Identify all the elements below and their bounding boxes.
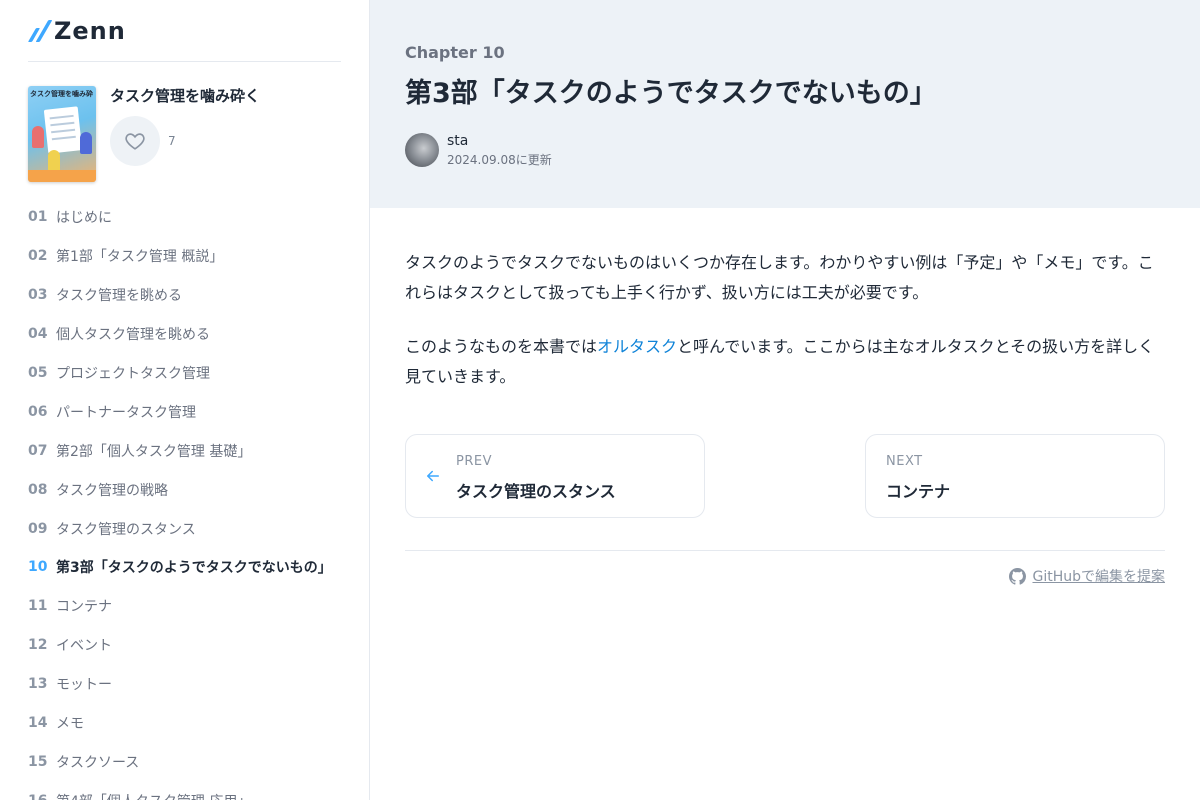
toc-item-number: 16: [28, 793, 56, 800]
toc-item-number: 08: [28, 481, 48, 498]
toc-item-number: 12: [28, 637, 48, 654]
toc-item-label: 第1部「タスク管理 概説」: [56, 249, 224, 266]
logo-text: Zenn: [54, 17, 126, 45]
toc-item-label: タスク管理を眺める: [56, 288, 182, 305]
like-count: 7: [168, 134, 176, 148]
book-cover[interactable]: タスク管理を噛み砕く: [28, 86, 96, 182]
cover-figure: [48, 150, 60, 172]
chapter-title: 第3部「タスクのようでタスクでないもの」: [405, 78, 937, 109]
sidebar: Zenn タスク管理を噛み砕く タスク管理を噛み砕く 7 01 はじめに 02 第1部…: [0, 0, 370, 800]
toc-item-label: プロジェクトタスク管理: [56, 366, 210, 382]
paragraph: このようなものを本書ではオルタスクと呼んでいます。ここからは主なオルタスクとその…: [405, 332, 1165, 392]
toc-item-number: 10: [28, 559, 48, 576]
toc-item[interactable]: 10 第3部「タスクのようでタスクでないもの」: [28, 548, 358, 587]
next-title: コンテナ: [886, 482, 951, 501]
toc-item-label: タスク管理のスタンス: [56, 521, 196, 538]
chapter-body: タスクのようでタスクでないものはいくつか存在します。わかりやすい例は「予定」や「…: [405, 248, 1165, 416]
toc-item[interactable]: 07 第2部「個人タスク管理 基礎」: [28, 431, 358, 470]
toc-item[interactable]: 16第4部「個人タスク管理 応用」: [28, 781, 358, 800]
toc-item-label: パートナータスク管理: [56, 404, 196, 421]
toc-item[interactable]: 08 タスク管理の戦略: [28, 470, 358, 509]
toc-item-number: 05: [28, 365, 48, 381]
toc-item[interactable]: 06 パートナータスク管理: [28, 392, 358, 431]
toc-item[interactable]: 02 第1部「タスク管理 概説」: [28, 237, 358, 276]
updated-date: 2024.09.08に更新: [447, 153, 552, 167]
author-name[interactable]: sta: [447, 132, 552, 150]
avatar[interactable]: [405, 133, 439, 167]
toc-item-number: 13: [28, 676, 48, 693]
toc-item-label: タスクソース: [56, 754, 140, 771]
toc-item-number: 03: [28, 287, 48, 304]
table-of-contents: 01 はじめに 02 第1部「タスク管理 概説」 03 タスク管理を眺める 04 個人タスク管…: [28, 198, 358, 800]
toc-item-number: 06: [28, 403, 48, 420]
cover-figure: [32, 126, 44, 148]
toc-item[interactable]: 15 タスクソース: [28, 742, 358, 781]
toc-item-label: はじめに: [56, 210, 112, 227]
toc-item[interactable]: 09 タスク管理のスタンス: [28, 509, 358, 548]
github-edit-link[interactable]: GitHubで編集を提案: [1009, 566, 1165, 586]
like-button[interactable]: [110, 116, 160, 166]
main-content: Chapter 10 第3部「タスクのようでタスクでないもの」 sta 2024…: [370, 0, 1200, 800]
toc-item-number: 15: [28, 753, 48, 770]
prev-label: PREV: [456, 454, 492, 469]
cover-base: [28, 170, 96, 182]
next-chapter-card[interactable]: NEXT コンテナ: [865, 434, 1165, 518]
author[interactable]: sta 2024.09.08に更新: [405, 132, 552, 168]
toc-item-number: 02: [28, 248, 48, 265]
next-label: NEXT: [886, 454, 923, 469]
toc-item-label: 個人タスク管理を眺める: [56, 327, 210, 344]
toc-item[interactable]: 05 プロジェクトタスク管理: [28, 354, 358, 393]
chapter-number: Chapter 10: [405, 43, 505, 62]
heart-icon: [125, 133, 145, 150]
toc-item-number: 11: [28, 598, 48, 615]
toc-item[interactable]: 12 イベント: [28, 626, 358, 665]
chapter-header: Chapter 10 第3部「タスクのようでタスクでないもの」 sta 2024…: [370, 0, 1200, 208]
toc-item[interactable]: 04 個人タスク管理を眺める: [28, 315, 358, 354]
cover-figure: [80, 132, 92, 154]
zenn-logo-icon: [27, 20, 53, 42]
paragraph-text: このようなものを本書では: [405, 337, 598, 356]
arrow-left-icon: [427, 470, 439, 482]
toc-item[interactable]: 14 メモ: [28, 704, 358, 743]
prev-title: タスク管理のスタンス: [456, 482, 616, 501]
toc-item-label: タスク管理の戦略: [56, 482, 168, 499]
toc-item-label: 第4部「個人タスク管理 応用」: [56, 791, 251, 800]
toc-item-label: メモ: [56, 716, 84, 733]
toc-item-label: イベント: [56, 638, 112, 655]
toc-item-number: 01: [28, 209, 48, 226]
zenn-logo[interactable]: Zenn: [27, 17, 126, 45]
toc-item-label: コンテナ: [56, 599, 112, 616]
toc-item-number: 04: [28, 326, 48, 343]
toc-item-number: 07: [28, 442, 48, 459]
toc-item[interactable]: 01 はじめに: [28, 198, 358, 237]
github-icon: [1009, 567, 1027, 585]
paragraph: タスクのようでタスクでないものはいくつか存在します。わかりやすい例は「予定」や「…: [405, 253, 1154, 302]
cover-paper: [43, 106, 83, 154]
book-info: タスク管理を噛み砕く タスク管理を噛み砕く 7: [28, 86, 342, 184]
toc-item[interactable]: 11 コンテナ: [28, 587, 358, 626]
toc-item-label: モットー: [56, 677, 112, 694]
toc-item-label: 第3部「タスクのようでタスクでないもの」: [56, 560, 332, 577]
book-title[interactable]: タスク管理を噛み砕く: [110, 86, 260, 106]
github-link-text: GitHubで編集を提案: [1032, 569, 1165, 585]
toc-item-label: 第2部「個人タスク管理 基礎」: [56, 443, 252, 460]
prev-chapter-card[interactable]: PREV タスク管理のスタンス: [405, 434, 705, 518]
book-cover-title: タスク管理を噛み砕く: [30, 90, 94, 98]
toc-item-number: 09: [28, 520, 48, 537]
toc-item[interactable]: 13 モットー: [28, 665, 358, 704]
oltask-link[interactable]: オルタスク: [597, 337, 677, 356]
toc-item-number: 14: [28, 715, 48, 732]
sidebar-divider: [28, 61, 341, 62]
content-divider: [405, 550, 1165, 551]
toc-item[interactable]: 03 タスク管理を眺める: [28, 276, 358, 315]
